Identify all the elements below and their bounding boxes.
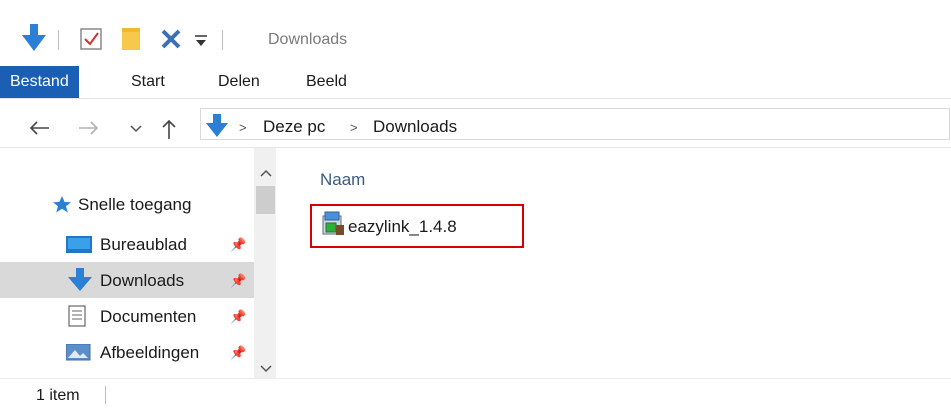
downloads-icon	[206, 114, 228, 137]
tab-bestand[interactable]: Bestand	[0, 66, 79, 98]
scroll-down-icon[interactable]	[260, 364, 272, 374]
quick-access-item[interactable]: Snelle toegang	[0, 186, 254, 222]
star-icon	[53, 196, 71, 213]
customize-dropdown-icon[interactable]	[194, 34, 208, 48]
quick-access-label: Snelle toegang	[78, 195, 192, 214]
separator	[222, 30, 223, 50]
nav-item-label: Afbeeldingen	[100, 343, 200, 362]
tab-beeld[interactable]: Beeld	[306, 66, 347, 98]
breadcrumb-separator: >	[350, 120, 358, 135]
nav-item-label: Bureaublad	[100, 235, 187, 254]
nav-item-documenten[interactable]: Documenten 📌	[0, 298, 254, 334]
breadcrumb-separator: >	[239, 120, 247, 135]
tab-delen[interactable]: Delen	[218, 66, 260, 98]
pictures-icon	[66, 344, 91, 361]
properties-checkbox-icon[interactable]	[80, 28, 104, 52]
download-icon[interactable]	[22, 24, 46, 52]
item-count: 1 item	[36, 387, 80, 404]
downloads-icon	[68, 268, 92, 291]
separator	[58, 30, 59, 50]
forward-arrow-icon[interactable]	[78, 120, 100, 136]
scroll-thumb[interactable]	[256, 186, 275, 214]
breadcrumb-downloads[interactable]: Downloads	[373, 117, 457, 137]
file-name: eazylink_1.4.8	[348, 217, 457, 236]
pin-icon: 📌	[230, 237, 247, 252]
nav-item-bureaublad[interactable]: Bureaublad 📌	[0, 226, 254, 262]
back-arrow-icon[interactable]	[28, 120, 50, 136]
nav-item-label: Documenten	[100, 307, 197, 326]
delete-x-icon[interactable]	[160, 28, 182, 50]
column-header-name[interactable]: Naam	[320, 170, 365, 190]
nav-item-downloads[interactable]: Downloads 📌	[0, 262, 254, 298]
documents-icon	[68, 305, 86, 327]
breadcrumb-deze-pc[interactable]: Deze pc	[263, 117, 325, 137]
nav-scrollbar[interactable]	[254, 148, 276, 378]
nav-item-label: Downloads	[100, 271, 185, 290]
nav-item-afbeeldingen[interactable]: Afbeeldingen 📌	[0, 334, 254, 370]
status-bar	[0, 378, 951, 409]
chevron-down-icon[interactable]	[130, 124, 142, 134]
desktop-icon	[66, 236, 92, 253]
pin-icon: 📌	[230, 345, 247, 360]
tab-start[interactable]: Start	[131, 66, 165, 98]
installer-icon	[322, 211, 344, 235]
window-title: Downloads	[268, 31, 348, 48]
up-arrow-icon[interactable]	[160, 118, 178, 140]
pin-icon: 📌	[230, 273, 247, 288]
new-folder-icon[interactable]	[120, 26, 146, 52]
separator	[105, 386, 106, 404]
scroll-up-icon[interactable]	[260, 168, 272, 178]
pin-icon: 📌	[230, 309, 247, 324]
